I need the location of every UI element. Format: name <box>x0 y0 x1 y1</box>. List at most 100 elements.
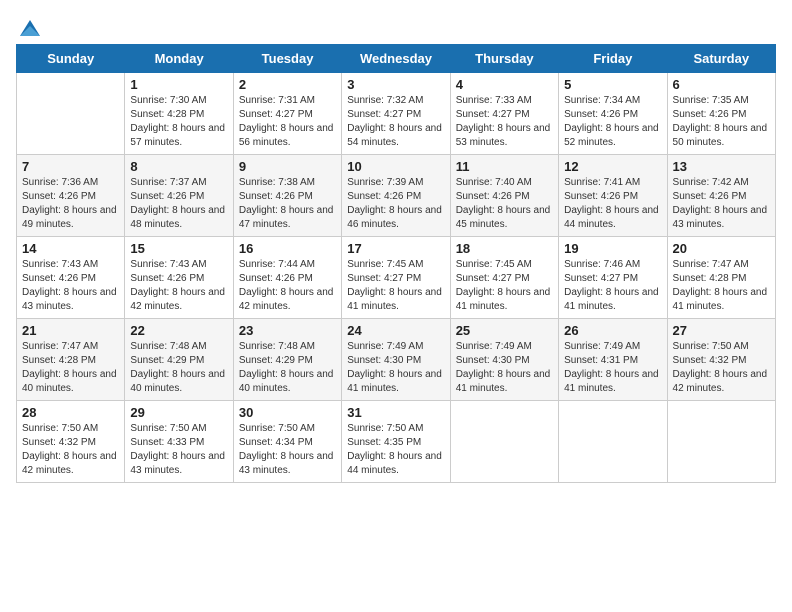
day-info: Sunrise: 7:43 AMSunset: 4:26 PMDaylight:… <box>130 258 227 314</box>
day-cell: 31 Sunrise: 7:50 AMSunset: 4:35 PMDayligh… <box>342 401 450 483</box>
calendar-header-row: SundayMondayTuesdayWednesdayThursdayFrid… <box>17 45 776 73</box>
day-cell: 11 Sunrise: 7:40 AMSunset: 4:26 PMDayligh… <box>450 155 558 237</box>
day-cell: 27 Sunrise: 7:50 AMSunset: 4:32 PMDayligh… <box>667 319 775 401</box>
day-number: 5 <box>564 77 661 92</box>
day-cell <box>17 73 125 155</box>
day-info: Sunrise: 7:36 AMSunset: 4:26 PMDaylight:… <box>22 176 119 232</box>
day-number: 9 <box>239 159 336 174</box>
day-info: Sunrise: 7:38 AMSunset: 4:26 PMDaylight:… <box>239 176 336 232</box>
day-cell: 13Sunrise: 7:42 AMSunset: 4:26 PMDayligh… <box>667 155 775 237</box>
day-number: 2 <box>239 77 336 92</box>
day-cell: 12Sunrise: 7:41 AMSunset: 4:26 PMDayligh… <box>559 155 667 237</box>
day-number: 14 <box>22 241 119 256</box>
header-sunday: Sunday <box>17 45 125 73</box>
day-cell: 19 Sunrise: 7:46 AMSunset: 4:27 PMDayligh… <box>559 237 667 319</box>
day-info: Sunrise: 7:47 AMSunset: 4:28 PMDaylight:… <box>673 258 770 314</box>
header-thursday: Thursday <box>450 45 558 73</box>
day-info: Sunrise: 7:30 AMSunset: 4:28 PMDaylight:… <box>130 94 227 150</box>
day-number: 24 <box>347 323 444 338</box>
logo <box>16 16 42 36</box>
day-info: Sunrise: 7:49 AMSunset: 4:30 PMDaylight:… <box>456 340 553 396</box>
day-info: Sunrise: 7:43 AMSunset: 4:26 PMDaylight:… <box>22 258 119 314</box>
day-cell: 18 Sunrise: 7:45 AMSunset: 4:27 PMDayligh… <box>450 237 558 319</box>
day-info: Sunrise: 7:45 AMSunset: 4:27 PMDaylight:… <box>347 258 444 314</box>
day-info: Sunrise: 7:31 AMSunset: 4:27 PMDaylight:… <box>239 94 336 150</box>
day-number: 11 <box>456 159 553 174</box>
day-number: 1 <box>130 77 227 92</box>
day-number: 3 <box>347 77 444 92</box>
day-info: Sunrise: 7:39 AMSunset: 4:26 PMDaylight:… <box>347 176 444 232</box>
day-number: 30 <box>239 405 336 420</box>
day-cell: 28 Sunrise: 7:50 AMSunset: 4:32 PMDayligh… <box>17 401 125 483</box>
day-number: 22 <box>130 323 227 338</box>
day-number: 26 <box>564 323 661 338</box>
week-row-3: 14 Sunrise: 7:43 AMSunset: 4:26 PMDayligh… <box>17 237 776 319</box>
day-number: 17 <box>347 241 444 256</box>
day-cell: 22 Sunrise: 7:48 AMSunset: 4:29 PMDayligh… <box>125 319 233 401</box>
day-info: Sunrise: 7:37 AMSunset: 4:26 PMDaylight:… <box>130 176 227 232</box>
header-saturday: Saturday <box>667 45 775 73</box>
logo-icon <box>18 16 42 40</box>
day-cell: 29 Sunrise: 7:50 AMSunset: 4:33 PMDayligh… <box>125 401 233 483</box>
day-number: 7 <box>22 159 119 174</box>
day-number: 13 <box>673 159 770 174</box>
week-row-5: 28 Sunrise: 7:50 AMSunset: 4:32 PMDayligh… <box>17 401 776 483</box>
day-number: 16 <box>239 241 336 256</box>
day-cell: 21 Sunrise: 7:47 AMSunset: 4:28 PMDayligh… <box>17 319 125 401</box>
header-friday: Friday <box>559 45 667 73</box>
page-header <box>16 16 776 36</box>
day-cell: 16Sunrise: 7:44 AMSunset: 4:26 PMDayligh… <box>233 237 341 319</box>
day-cell: 5Sunrise: 7:34 AMSunset: 4:26 PMDaylight… <box>559 73 667 155</box>
day-cell <box>450 401 558 483</box>
day-cell: 8 Sunrise: 7:37 AMSunset: 4:26 PMDaylight… <box>125 155 233 237</box>
week-row-2: 7 Sunrise: 7:36 AMSunset: 4:26 PMDaylight… <box>17 155 776 237</box>
day-number: 18 <box>456 241 553 256</box>
day-info: Sunrise: 7:50 AMSunset: 4:32 PMDaylight:… <box>673 340 770 396</box>
day-number: 15 <box>130 241 227 256</box>
day-number: 8 <box>130 159 227 174</box>
day-cell: 30 Sunrise: 7:50 AMSunset: 4:34 PMDayligh… <box>233 401 341 483</box>
day-cell: 3Sunrise: 7:32 AMSunset: 4:27 PMDaylight… <box>342 73 450 155</box>
day-cell: 26 Sunrise: 7:49 AMSunset: 4:31 PMDayligh… <box>559 319 667 401</box>
day-cell: 6 Sunrise: 7:35 AMSunset: 4:26 PMDaylight… <box>667 73 775 155</box>
day-number: 21 <box>22 323 119 338</box>
day-info: Sunrise: 7:35 AMSunset: 4:26 PMDaylight:… <box>673 94 770 150</box>
day-number: 29 <box>130 405 227 420</box>
calendar-table: SundayMondayTuesdayWednesdayThursdayFrid… <box>16 44 776 483</box>
day-cell: 14 Sunrise: 7:43 AMSunset: 4:26 PMDayligh… <box>17 237 125 319</box>
day-cell: 24 Sunrise: 7:49 AMSunset: 4:30 PMDayligh… <box>342 319 450 401</box>
day-number: 10 <box>347 159 444 174</box>
day-info: Sunrise: 7:47 AMSunset: 4:28 PMDaylight:… <box>22 340 119 396</box>
day-cell: 4 Sunrise: 7:33 AMSunset: 4:27 PMDaylight… <box>450 73 558 155</box>
day-cell: 25 Sunrise: 7:49 AMSunset: 4:30 PMDayligh… <box>450 319 558 401</box>
day-number: 28 <box>22 405 119 420</box>
day-info: Sunrise: 7:50 AMSunset: 4:33 PMDaylight:… <box>130 422 227 478</box>
week-row-4: 21 Sunrise: 7:47 AMSunset: 4:28 PMDayligh… <box>17 319 776 401</box>
day-info: Sunrise: 7:49 AMSunset: 4:30 PMDaylight:… <box>347 340 444 396</box>
day-cell: 23Sunrise: 7:48 AMSunset: 4:29 PMDayligh… <box>233 319 341 401</box>
day-number: 23 <box>239 323 336 338</box>
day-info: Sunrise: 7:46 AMSunset: 4:27 PMDaylight:… <box>564 258 661 314</box>
day-cell <box>559 401 667 483</box>
day-number: 27 <box>673 323 770 338</box>
day-cell: 9 Sunrise: 7:38 AMSunset: 4:26 PMDaylight… <box>233 155 341 237</box>
day-info: Sunrise: 7:50 AMSunset: 4:35 PMDaylight:… <box>347 422 444 478</box>
day-number: 19 <box>564 241 661 256</box>
day-info: Sunrise: 7:40 AMSunset: 4:26 PMDaylight:… <box>456 176 553 232</box>
day-info: Sunrise: 7:50 AMSunset: 4:32 PMDaylight:… <box>22 422 119 478</box>
day-number: 6 <box>673 77 770 92</box>
day-info: Sunrise: 7:45 AMSunset: 4:27 PMDaylight:… <box>456 258 553 314</box>
day-cell: 17 Sunrise: 7:45 AMSunset: 4:27 PMDayligh… <box>342 237 450 319</box>
day-info: Sunrise: 7:49 AMSunset: 4:31 PMDaylight:… <box>564 340 661 396</box>
day-info: Sunrise: 7:48 AMSunset: 4:29 PMDaylight:… <box>130 340 227 396</box>
day-cell <box>667 401 775 483</box>
day-number: 12 <box>564 159 661 174</box>
header-wednesday: Wednesday <box>342 45 450 73</box>
day-info: Sunrise: 7:33 AMSunset: 4:27 PMDaylight:… <box>456 94 553 150</box>
header-tuesday: Tuesday <box>233 45 341 73</box>
day-number: 25 <box>456 323 553 338</box>
day-number: 31 <box>347 405 444 420</box>
day-info: Sunrise: 7:50 AMSunset: 4:34 PMDaylight:… <box>239 422 336 478</box>
week-row-1: 1 Sunrise: 7:30 AMSunset: 4:28 PMDaylight… <box>17 73 776 155</box>
day-number: 4 <box>456 77 553 92</box>
